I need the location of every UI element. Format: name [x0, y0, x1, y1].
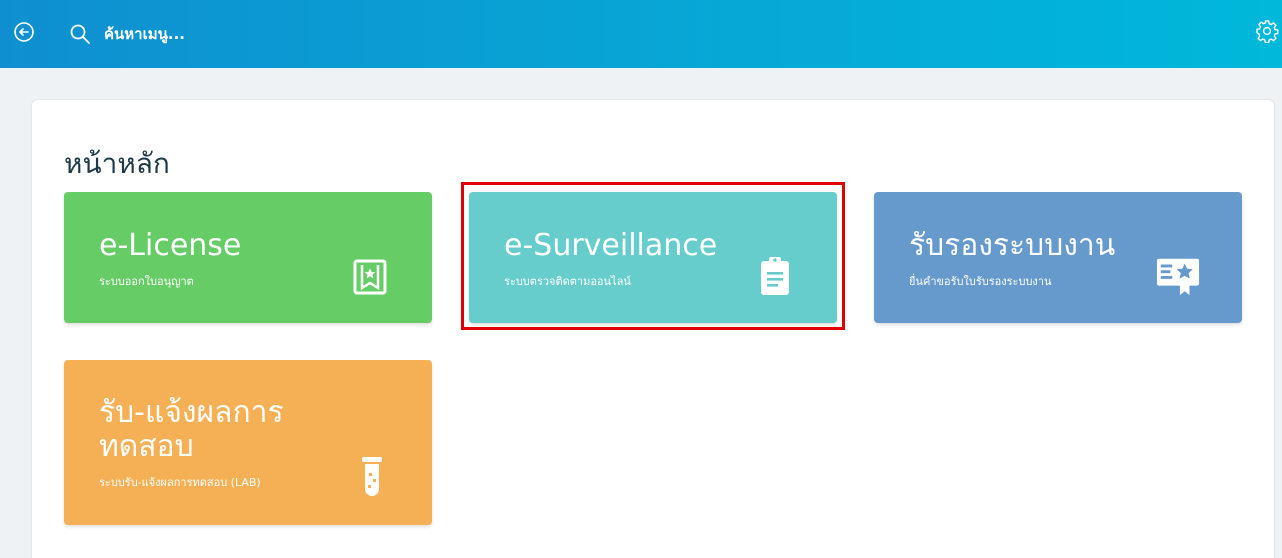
tile-subtitle: ระบบรับ-แจ้งผลการทดสอบ (LAB) [99, 476, 261, 489]
circle-arrow-left-icon [13, 21, 35, 47]
bookmark-star-icon [348, 255, 392, 299]
tile-title: e-Surveillance [504, 228, 718, 263]
tile-title: รับรองระบบงาน [909, 228, 1116, 263]
gear-icon [1255, 19, 1279, 47]
top-bar [0, 0, 1282, 68]
clipboard-list-icon [753, 254, 797, 298]
tile-e-surveillance[interactable]: e-Surveillance ระบบตรวจติดตามออนไลน์ [469, 192, 837, 323]
test-tube-icon [350, 455, 394, 499]
back-button[interactable] [12, 22, 36, 46]
tile-title-line1: รับ-แจ้งผลการ [99, 395, 284, 430]
settings-button[interactable] [1254, 20, 1280, 46]
tile-e-license[interactable]: e-License ระบบออกใบอนุญาต [64, 192, 432, 323]
tile-title-line2: ทดสอบ [99, 429, 194, 464]
tile-subtitle: ระบบตรวจติดตามออนไลน์ [504, 275, 631, 288]
tile-lab-results[interactable]: รับ-แจ้งผลการ ทดสอบ ระบบรับ-แจ้งผลการทดส… [64, 360, 432, 525]
tile-subtitle: ระบบออกใบอนุญาต [99, 275, 194, 288]
search-icon [68, 22, 92, 46]
search-input[interactable] [104, 19, 464, 49]
tile-title: e-License [99, 228, 242, 263]
search-bar [68, 18, 488, 50]
page-title: หน้าหลัก [64, 147, 170, 180]
certificate-star-icon [1156, 254, 1200, 298]
tile-accreditation[interactable]: รับรองระบบงาน ยื่นคำขอรับใบรับรองระบบงาน [874, 192, 1242, 323]
tile-subtitle: ยื่นคำขอรับใบรับรองระบบงาน [909, 275, 1052, 288]
